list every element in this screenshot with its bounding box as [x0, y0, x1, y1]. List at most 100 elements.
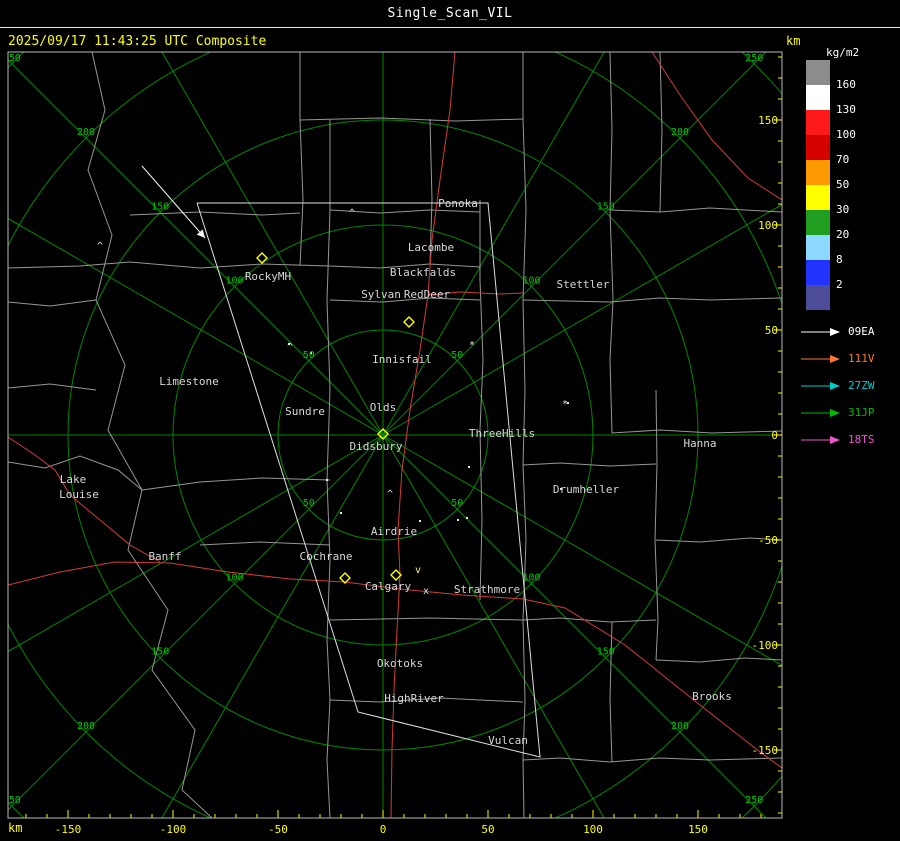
colorbar-swatch — [806, 60, 830, 85]
azimuth-ray — [382, 52, 605, 436]
colorbar-threshold-label: 20 — [836, 228, 850, 241]
storm-glyph: ^ — [349, 208, 355, 219]
city-label: Stettler — [557, 278, 610, 291]
track-id-label: 31JP — [848, 406, 875, 419]
county-boundary — [609, 621, 613, 763]
track-id-label: 27ZW — [848, 379, 875, 392]
range-ring-label: 150 — [151, 647, 169, 658]
track-arrow-icon — [801, 354, 840, 363]
county-boundary — [8, 383, 97, 391]
colorbar-unit-label: kg/m2 — [826, 46, 860, 59]
track-legend-item: 18TS — [800, 426, 900, 453]
track-arrow-icon — [801, 381, 840, 390]
county-boundary — [326, 120, 331, 701]
colorbar-swatch — [806, 85, 830, 110]
county-boundary — [329, 617, 524, 621]
axis-label-bottom: 50 — [481, 823, 494, 836]
city-label: Lake — [60, 473, 87, 486]
track-id-label: 18TS — [848, 433, 875, 446]
county-boundary — [141, 477, 331, 491]
axis-label-right: 0 — [771, 429, 778, 442]
range-ring-label: 50 — [451, 498, 463, 509]
city-label: Airdrie — [371, 525, 417, 538]
radar-app-window: Single_Scan_VIL 2025/09/17 11:43:25 UTC … — [0, 0, 900, 841]
storm-glyph: ^ — [387, 489, 393, 500]
city-label: Ponoka — [438, 197, 478, 210]
city-label: Blackfalds — [390, 266, 456, 279]
county-boundary — [611, 429, 782, 434]
range-ring-label: 200 — [671, 127, 689, 138]
city-label: Louise — [59, 488, 99, 501]
axis-label-bottom: -50 — [268, 823, 288, 836]
colorbar-swatch — [806, 210, 830, 235]
city-label: Olds — [370, 401, 397, 414]
vil-colorbar: 160 130 100 70 50 30 20 8 2 — [806, 60, 896, 320]
map-layers: ^ ^ ^ ^ * * vx 50 50 50 50 100 100 100 100 150 150 150 150… — [3, 52, 782, 818]
city-label: RedDeer — [404, 288, 451, 301]
colorbar-threshold-label: 50 — [836, 178, 850, 191]
county-boundary — [522, 297, 782, 303]
city-label: Banff — [148, 550, 181, 563]
city-label: Innisfail — [372, 353, 432, 366]
axis-label-bottom: 150 — [688, 823, 708, 836]
county-boundary — [299, 52, 304, 267]
city-label: Sylvan — [361, 288, 401, 301]
colorbar-threshold-label: 130 — [836, 103, 856, 116]
county-boundary — [199, 541, 331, 546]
track-legend-item: 31JP — [800, 399, 900, 426]
map-dot — [468, 466, 470, 468]
axis-label-right: -50 — [758, 534, 778, 547]
map-dot — [326, 479, 328, 481]
county-boundary — [659, 52, 663, 213]
city-label: Limestone — [159, 375, 219, 388]
track-legend-item: 111V — [800, 345, 900, 372]
axis-label-right: 150 — [758, 114, 778, 127]
city-label: RockyMH — [245, 270, 291, 283]
map-dot — [457, 519, 459, 521]
track-arrow-icon — [801, 435, 840, 444]
city-label: Lacombe — [408, 241, 454, 254]
colorbar-swatch — [806, 185, 830, 210]
track-legend-item: 09EA — [800, 318, 900, 345]
range-ring-label: 150 — [597, 647, 615, 658]
range-ring-label: 250 — [745, 795, 763, 806]
range-ring-label: 100 — [522, 276, 540, 287]
track-legend-item: 27ZW — [800, 372, 900, 399]
range-ring-label: 100 — [225, 572, 243, 583]
range-ring-label: 100 — [522, 572, 540, 583]
radar-map[interactable]: ^ ^ ^ ^ * * vx 50 50 50 50 100 100 100 100 150 150 150 150… — [0, 0, 900, 841]
colorbar-swatch — [806, 235, 830, 260]
range-ring-label: 150 — [151, 201, 169, 212]
city-label: Sundre — [285, 405, 325, 418]
range-ring-label: 50 — [303, 498, 315, 509]
range-ring-label: 250 — [3, 795, 21, 806]
map-dot — [466, 517, 468, 519]
azimuth-ray — [8, 217, 384, 436]
storm-track-legend: 09EA 111V 27ZW 31JP 18TS — [800, 318, 900, 453]
range-ring-label: 100 — [225, 276, 243, 287]
axis-label-right: 50 — [765, 324, 778, 337]
track-arrow-icon — [801, 408, 840, 417]
map-dot — [419, 520, 421, 522]
city-label: Strathmore — [454, 583, 520, 596]
county-boundary — [522, 617, 657, 623]
track-id-label: 09EA — [848, 325, 875, 338]
azimuth-ray — [8, 434, 384, 811]
colorbar-swatch — [806, 110, 830, 135]
county-boundary — [522, 757, 782, 763]
axis-label-right: 100 — [758, 219, 778, 232]
colorbar-swatch — [806, 285, 830, 310]
storm-glyph: ^ — [97, 241, 103, 252]
range-ring-label: 50 — [303, 350, 315, 361]
storm-glyph: v — [415, 565, 421, 576]
city-label: Cochrane — [300, 550, 353, 563]
range-ring-label: 200 — [77, 127, 95, 138]
colorbar-swatch — [806, 260, 830, 285]
county-boundary — [479, 200, 484, 601]
azimuth-ray — [161, 434, 384, 818]
track-arrow-icon — [801, 327, 840, 336]
city-label: Vulcan — [488, 734, 528, 747]
county-boundary — [8, 299, 97, 307]
axis-label-bottom: 100 — [583, 823, 603, 836]
county-boundary — [129, 211, 301, 216]
